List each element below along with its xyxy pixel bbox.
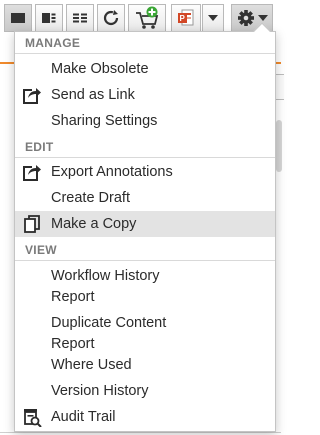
more-options-dropdown-button[interactable] xyxy=(202,4,224,32)
menu-item-label-line: Duplicate Content xyxy=(51,315,167,331)
menu-item-label: Duplicate Content Report xyxy=(51,313,267,355)
section-header-edit: EDIT xyxy=(15,136,275,158)
list-view-icon xyxy=(73,13,87,23)
background-divider xyxy=(0,432,281,433)
menu-item-label: Export Annotations xyxy=(51,164,173,180)
menu-item-make-obsolete[interactable]: Make Obsolete xyxy=(15,56,275,82)
list-view-button[interactable] xyxy=(66,4,94,32)
split-pane-view-icon xyxy=(42,13,56,23)
share-icon xyxy=(23,86,42,104)
svg-text:P: P xyxy=(180,14,186,23)
menu-item-create-draft[interactable]: Create Draft xyxy=(15,185,275,211)
menu-item-version-history[interactable]: Version History xyxy=(15,378,275,404)
refresh-icon xyxy=(103,10,119,26)
add-to-cart-button[interactable] xyxy=(128,4,166,32)
dropdown-caret-icon xyxy=(208,15,218,21)
settings-dropdown-menu: MANAGE Make Obsolete Send as Link Sharin… xyxy=(14,22,276,432)
menu-item-label: Make Obsolete xyxy=(51,61,149,77)
menu-item-label: Sharing Settings xyxy=(51,113,158,129)
add-to-cart-icon xyxy=(136,6,159,29)
menu-item-make-a-copy[interactable]: Make a Copy xyxy=(15,211,275,237)
menu-item-label: Create Draft xyxy=(51,190,130,206)
menu-item-label: Workflow History Report xyxy=(51,266,267,308)
menu-item-label: Where Used xyxy=(51,357,132,373)
menu-item-label: Version History xyxy=(51,383,149,399)
menu-item-label-line: Report xyxy=(51,289,95,305)
background-scrollbar[interactable] xyxy=(276,120,282,172)
single-pane-view-button[interactable] xyxy=(4,4,32,32)
powerpoint-export-icon: P xyxy=(178,9,194,26)
single-pane-view-icon xyxy=(11,13,25,23)
menu-item-send-as-link[interactable]: Send as Link xyxy=(15,82,275,108)
export-icon xyxy=(23,163,42,181)
section-header-manage: MANAGE xyxy=(15,32,275,54)
document-toolbar: P xyxy=(0,0,281,34)
menu-item-where-used[interactable]: Where Used xyxy=(15,352,275,378)
chevron-down-icon xyxy=(257,15,268,21)
menu-item-audit-trail[interactable]: Audit Trail xyxy=(15,404,275,430)
menu-item-label-line: Workflow History xyxy=(51,268,160,284)
menu-item-label: Make a Copy xyxy=(51,216,137,232)
section-header-view: VIEW xyxy=(15,239,275,261)
menu-item-label: Send as Link xyxy=(51,87,135,103)
refresh-button[interactable] xyxy=(97,4,125,32)
menu-item-label: Audit Trail xyxy=(51,409,116,425)
menu-item-workflow-history-report[interactable]: Workflow History Report xyxy=(15,262,275,312)
menu-item-sharing-settings[interactable]: Sharing Settings xyxy=(15,108,275,134)
export-powerpoint-button[interactable]: P xyxy=(171,4,201,32)
menu-item-export-annotations[interactable]: Export Annotations xyxy=(15,159,275,185)
split-pane-view-button[interactable] xyxy=(35,4,63,32)
audit-trail-icon xyxy=(24,409,42,427)
gear-icon xyxy=(237,10,254,26)
copy-icon xyxy=(24,215,40,233)
